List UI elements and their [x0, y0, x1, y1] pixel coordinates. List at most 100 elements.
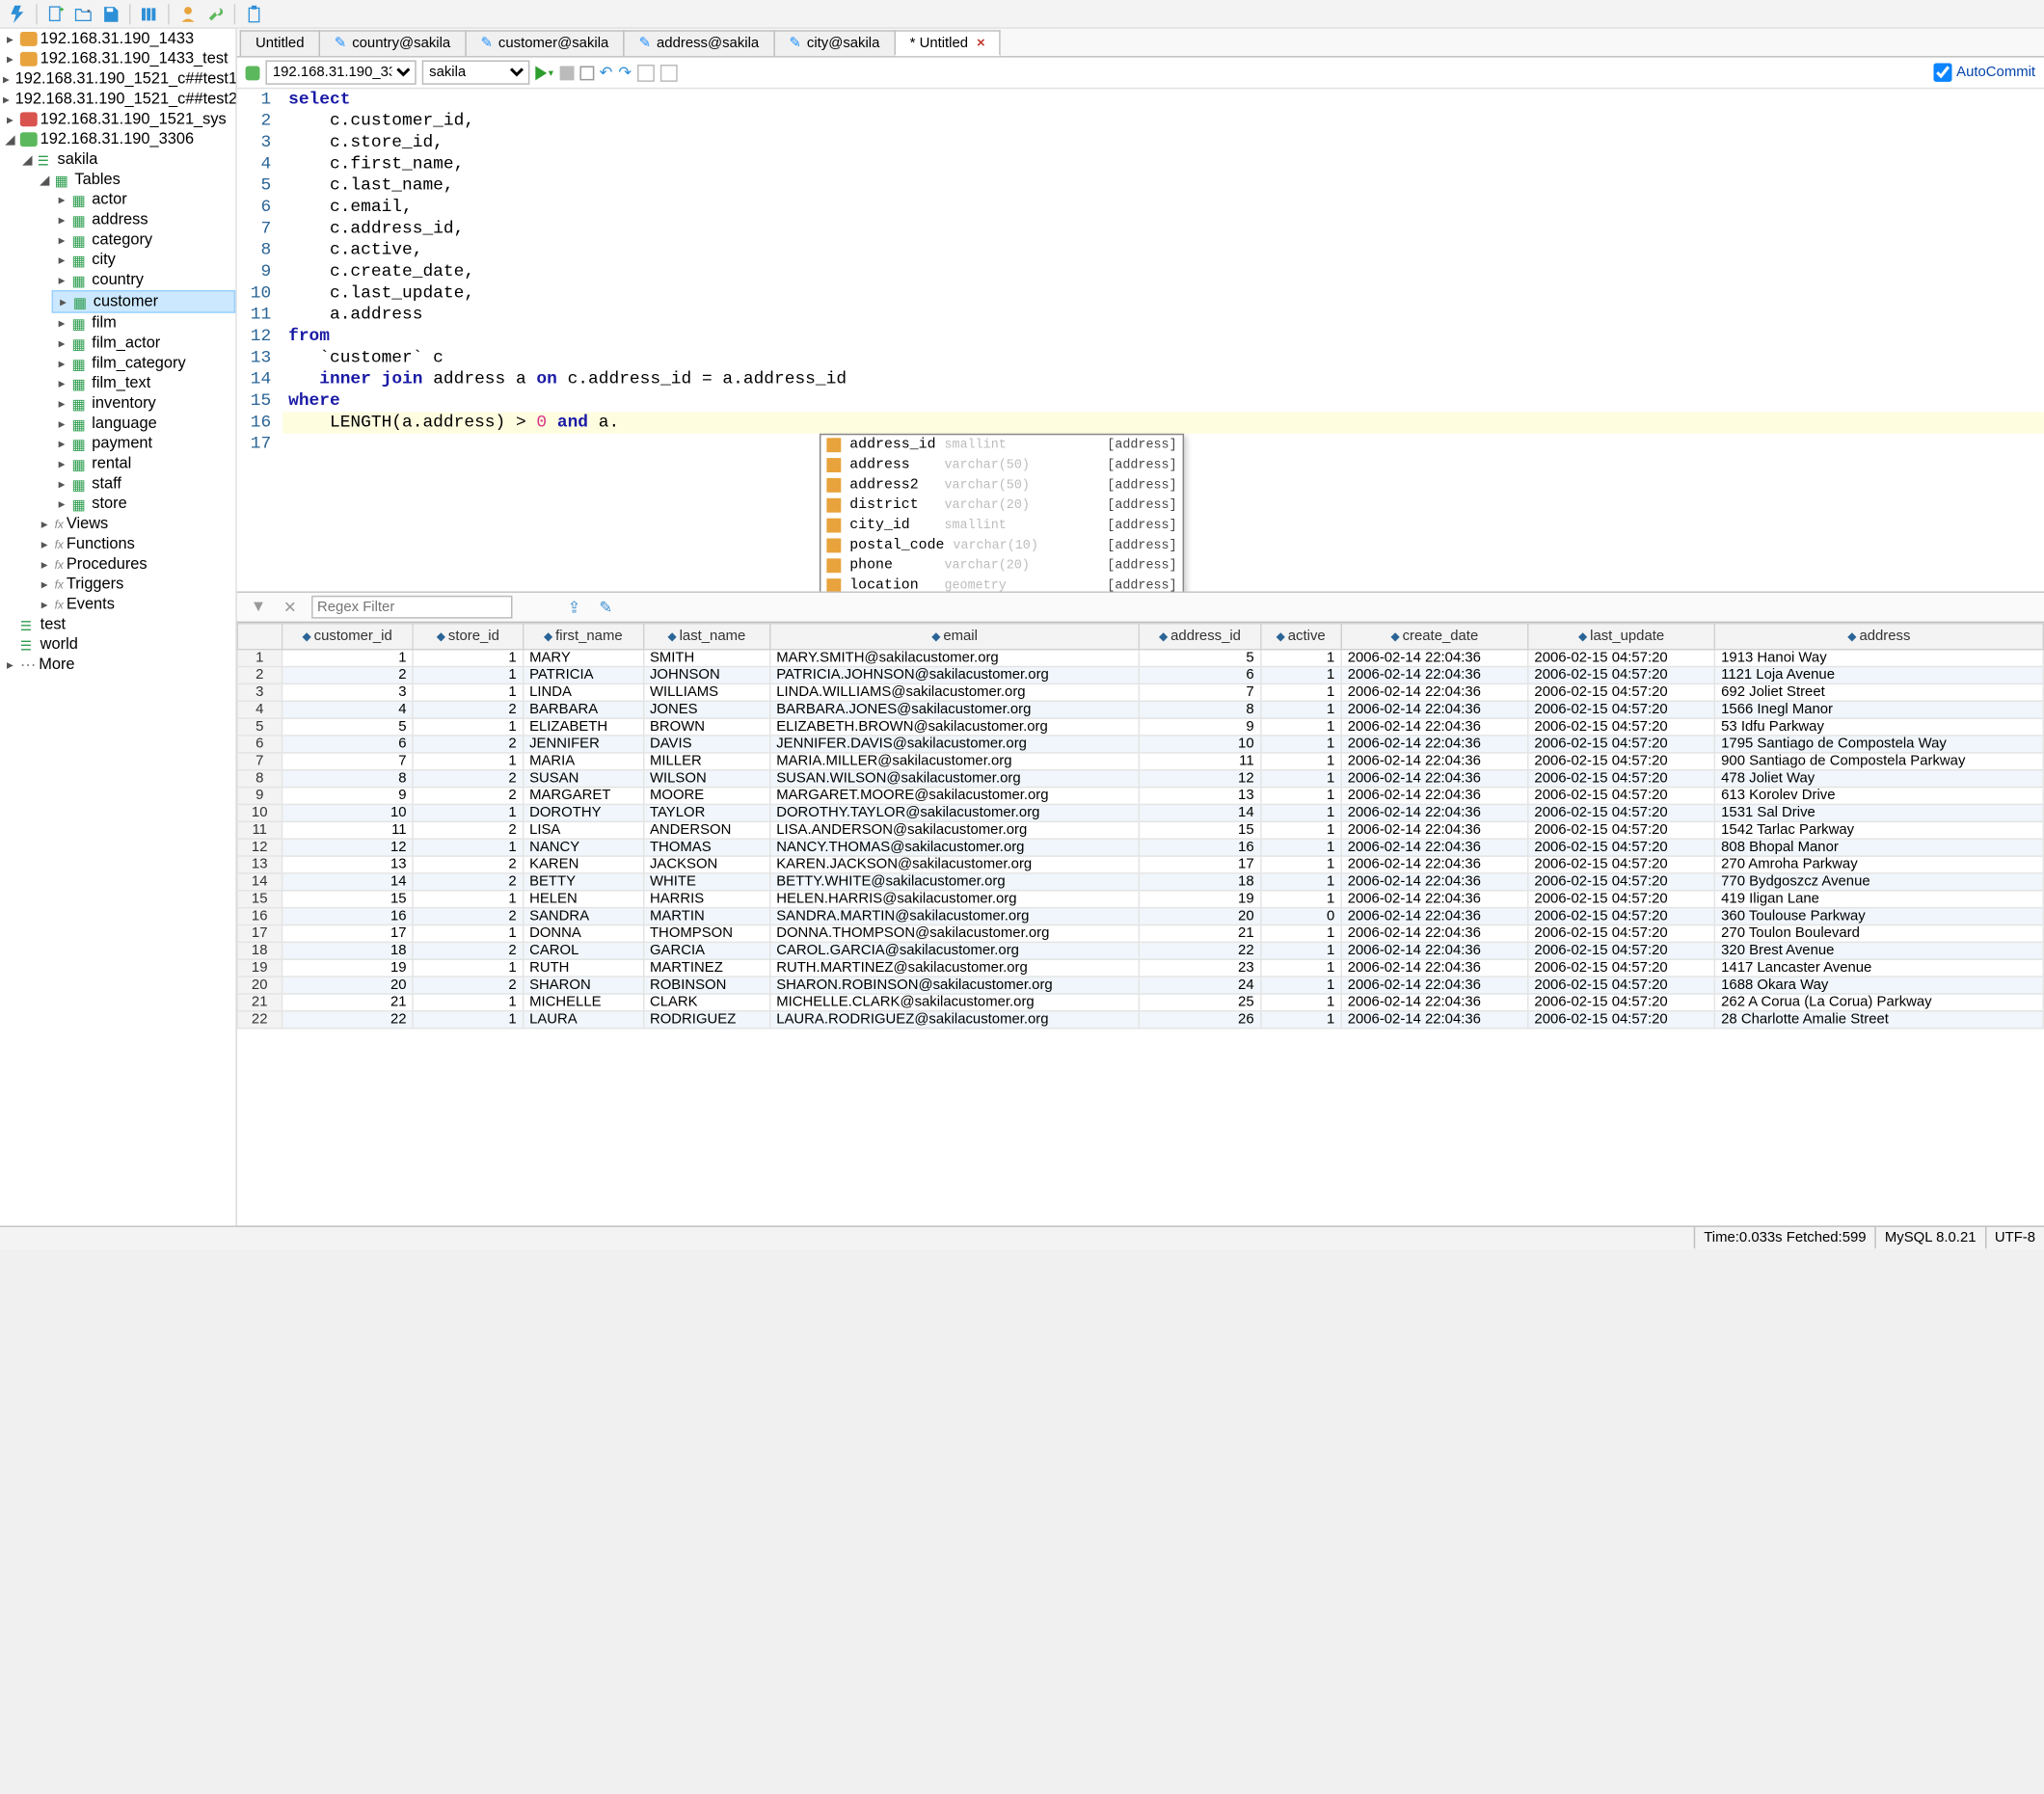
table-row[interactable]: 331LINDAWILLIAMSLINDA.WILLIAMS@sakilacus… — [237, 683, 2043, 701]
format-icon[interactable] — [660, 64, 678, 81]
connection-node[interactable]: ▸192.168.31.190_1521_c##test2 — [0, 89, 235, 109]
schema-folder[interactable]: ▸Events — [35, 594, 235, 614]
results-grid[interactable]: ◆customer_id◆store_id◆first_name◆last_na… — [237, 623, 2044, 1225]
table-node[interactable]: ▸address — [52, 209, 236, 229]
editor-tab[interactable]: ✎address@sakila — [623, 30, 774, 56]
table-row[interactable]: 771MARIAMILLERMARIA.MILLER@sakilacustome… — [237, 753, 2043, 770]
close-icon[interactable]: × — [977, 35, 985, 50]
paste-icon[interactable] — [243, 2, 266, 25]
new-file-icon[interactable] — [44, 2, 67, 25]
code-line[interactable]: 2 c.customer_id, — [237, 111, 2044, 132]
connection-node[interactable]: ◢192.168.31.190_3306 — [0, 129, 235, 149]
editor-tab[interactable]: ✎city@sakila — [773, 30, 896, 56]
table-node[interactable]: ▸payment — [52, 434, 236, 454]
table-node[interactable]: ▸store — [52, 494, 236, 514]
table-row[interactable]: 16162SANDRAMARTINSANDRA.MARTIN@sakilacus… — [237, 908, 2043, 925]
table-node[interactable]: ▸rental — [52, 453, 236, 473]
autocomplete-item[interactable]: address_idsmallint[address] — [821, 435, 1183, 455]
commit-icon[interactable]: ↶ — [600, 64, 613, 82]
table-row[interactable]: 111MARYSMITHMARY.SMITH@sakilacustomer.or… — [237, 650, 2043, 667]
autocomplete-item[interactable]: postal_codevarchar(10)[address] — [821, 535, 1183, 555]
run-button[interactable]: ▾ — [535, 66, 553, 80]
column-header[interactable]: ◆active — [1260, 624, 1341, 650]
autocomplete-item[interactable]: locationgeometry[address] — [821, 576, 1183, 591]
code-line[interactable]: 10 c.last_update, — [237, 282, 2044, 304]
table-row[interactable]: 18182CAROLGARCIACAROL.GARCIA@sakilacusto… — [237, 942, 2043, 959]
table-node[interactable]: ▸film_text — [52, 373, 236, 393]
explain-icon[interactable] — [637, 64, 655, 81]
tables-folder[interactable]: ◢Tables — [35, 170, 235, 190]
code-line[interactable]: 9 c.create_date, — [237, 261, 2044, 282]
connection-node[interactable]: ▸192.168.31.190_1433 — [0, 29, 235, 49]
table-row[interactable]: 11112LISAANDERSONLISA.ANDERSON@sakilacus… — [237, 821, 2043, 839]
table-row[interactable]: 15151HELENHARRISHELEN.HARRIS@sakilacusto… — [237, 891, 2043, 908]
filter-toggle-icon[interactable]: ▼ — [249, 597, 269, 617]
column-header[interactable]: ◆email — [770, 624, 1140, 650]
autocomplete-item[interactable]: city_idsmallint[address] — [821, 515, 1183, 535]
regex-filter-input[interactable] — [311, 596, 512, 619]
filter-clear-icon[interactable]: ✕ — [280, 597, 300, 617]
schema-select[interactable]: sakila — [422, 61, 530, 85]
rollback-icon[interactable]: ↷ — [618, 64, 632, 82]
table-node[interactable]: ▸staff — [52, 473, 236, 494]
column-header[interactable]: ◆address — [1714, 624, 2043, 650]
column-header[interactable]: ◆create_date — [1341, 624, 1528, 650]
editor-tab[interactable]: * Untitled× — [894, 30, 1001, 56]
table-row[interactable]: 22221LAURARODRIGUEZLAURA.RODRIGUEZ@sakil… — [237, 1011, 2043, 1029]
autocomplete-item[interactable]: address2varchar(50)[address] — [821, 475, 1183, 495]
columns-icon[interactable] — [138, 2, 161, 25]
code-line[interactable]: 3 c.store_id, — [237, 132, 2044, 153]
autocomplete-item[interactable]: districtvarchar(20)[address] — [821, 495, 1183, 516]
stop-all-button[interactable] — [579, 66, 594, 80]
connection-node[interactable]: ▸192.168.31.190_1433_test — [0, 49, 235, 69]
table-node[interactable]: ▸inventory — [52, 393, 236, 414]
autocommit-toggle[interactable]: AutoCommit — [1933, 64, 2035, 82]
code-line[interactable]: 15where — [237, 390, 2044, 412]
code-line[interactable]: 8 c.active, — [237, 240, 2044, 261]
column-header[interactable]: ◆store_id — [413, 624, 523, 650]
code-line[interactable]: 1select — [237, 89, 2044, 110]
database-node[interactable]: ◢sakila — [17, 149, 235, 170]
table-node[interactable]: ▸language — [52, 414, 236, 434]
editor-tab[interactable]: Untitled — [240, 30, 320, 56]
table-node[interactable]: ▸country — [52, 270, 236, 290]
table-node[interactable]: ▸category — [52, 229, 236, 250]
database-node[interactable]: test — [0, 614, 235, 634]
table-node[interactable]: ▸film — [52, 313, 236, 334]
autocomplete-popup[interactable]: address_idsmallint[address]addressvarcha… — [820, 434, 1184, 592]
connection-node[interactable]: ▸192.168.31.190_1521_sys — [0, 109, 235, 129]
code-line[interactable]: 4 c.first_name, — [237, 153, 2044, 174]
code-line[interactable]: 16 LENGTH(a.address) > 0 and a. — [237, 412, 2044, 433]
connection-select[interactable]: 192.168.31.190_3306 — [265, 61, 416, 85]
table-row[interactable]: 551ELIZABETHBROWNELIZABETH.BROWN@sakilac… — [237, 718, 2043, 736]
table-row[interactable]: 14142BETTYWHITEBETTY.WHITE@sakilacustome… — [237, 873, 2043, 891]
connection-tree[interactable]: ▸192.168.31.190_1433▸192.168.31.190_1433… — [0, 29, 237, 1226]
editor-tab[interactable]: ✎country@sakila — [318, 30, 466, 56]
editor-tab[interactable]: ✎customer@sakila — [465, 30, 625, 56]
save-icon[interactable] — [99, 2, 122, 25]
schema-folder[interactable]: ▸Procedures — [35, 554, 235, 575]
open-folder-icon[interactable]: ▾ — [71, 2, 94, 25]
table-row[interactable]: 12121NANCYTHOMASNANCY.THOMAS@sakilacusto… — [237, 839, 2043, 856]
table-row[interactable]: 992MARGARETMOOREMARGARET.MOORE@sakilacus… — [237, 788, 2043, 805]
table-row[interactable]: 221PATRICIAJOHNSONPATRICIA.JOHNSON@sakil… — [237, 667, 2043, 684]
schema-folder[interactable]: ▸Views — [35, 514, 235, 534]
more-node[interactable]: ▸More — [0, 655, 235, 675]
column-header[interactable]: ◆first_name — [523, 624, 643, 650]
connection-node[interactable]: ▸192.168.31.190_1521_c##test1 — [0, 68, 235, 89]
table-row[interactable]: 882SUSANWILSONSUSAN.WILSON@sakilacustome… — [237, 770, 2043, 788]
stop-button[interactable] — [559, 66, 574, 80]
column-header[interactable]: ◆last_name — [643, 624, 769, 650]
table-node[interactable]: ▸film_actor — [52, 333, 236, 353]
table-node[interactable]: ▸city — [52, 250, 236, 270]
schema-folder[interactable]: ▸Triggers — [35, 575, 235, 595]
code-line[interactable]: 6 c.email, — [237, 197, 2044, 218]
table-row[interactable]: 17171DONNATHOMPSONDONNA.THOMPSON@sakilac… — [237, 925, 2043, 943]
lightning-icon[interactable] — [6, 2, 29, 25]
code-line[interactable]: 12from — [237, 326, 2044, 347]
code-line[interactable]: 7 c.address_id, — [237, 218, 2044, 239]
export-icon[interactable]: ⇪ — [564, 597, 584, 617]
user-icon[interactable] — [176, 2, 200, 25]
table-node[interactable]: ▸actor — [52, 190, 236, 210]
autocomplete-item[interactable]: addressvarchar(50)[address] — [821, 455, 1183, 475]
